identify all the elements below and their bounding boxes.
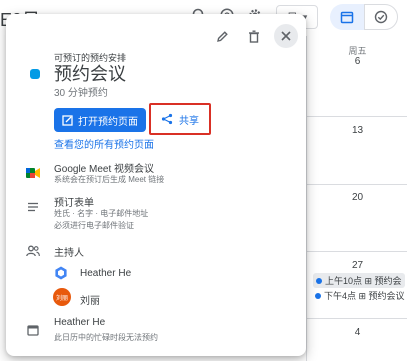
google-logo-icon: [54, 266, 68, 280]
event-text: 下午4点 ⊞ 预约会议: [324, 291, 405, 301]
open-booking-page-button[interactable]: 打开预约页面: [54, 108, 146, 132]
meet-title: Google Meet 视频会议: [54, 164, 155, 175]
avatar: 刘丽: [53, 288, 71, 306]
appointment-popup: 可预订的预约安排 预约会议 30 分钟预约 打开预约页面 共享 查看您的所有预约…: [6, 14, 306, 356]
date-label[interactable]: 6: [307, 56, 407, 67]
close-icon[interactable]: [274, 24, 298, 48]
appointment-duration: 30 分钟预约: [54, 88, 108, 99]
open-external-icon: [62, 114, 73, 126]
popup-toolbar: [210, 24, 298, 48]
event-dot: [315, 292, 321, 299]
check-circle-icon: [374, 10, 388, 24]
event-dot: [316, 277, 322, 284]
share-button[interactable]: 共享: [149, 103, 211, 135]
calendar-view-button[interactable]: [330, 4, 364, 30]
day-column-friday[interactable]: 周五 6 13 20 27 上午10点 ⊞ 预约会 下午4点 ⊞ 预约会议 4: [306, 36, 407, 361]
week-divider: [307, 184, 407, 185]
list-icon: [26, 200, 40, 214]
week-divider: [307, 116, 407, 117]
calendar-color-swatch: [30, 69, 40, 79]
event-chip[interactable]: 上午10点 ⊞ 预约会: [313, 273, 405, 288]
host-name: Heather He: [80, 268, 132, 279]
avatar-initials: 刘丽: [55, 295, 68, 302]
calendar-icon: [26, 323, 40, 337]
calendar-note: 此日历中的忙碌时段无法预约: [54, 333, 158, 342]
event-text: 上午10点 ⊞ 预约会: [325, 276, 402, 286]
form-title: 预订表单: [54, 198, 94, 209]
date-label[interactable]: 20: [307, 192, 407, 203]
date-label[interactable]: 27: [307, 260, 407, 271]
share-label: 共享: [179, 115, 199, 127]
event-chip[interactable]: 下午4点 ⊞ 预约会议: [315, 289, 405, 302]
week-divider: [307, 318, 407, 319]
all-booking-pages-link[interactable]: 查看您的所有预约页面: [54, 136, 154, 151]
share-icon: [161, 113, 173, 125]
week-divider: [307, 251, 407, 252]
meet-subtitle: 系统会在预订后生成 Meet 链接: [54, 175, 165, 184]
calendar-icon: [340, 11, 354, 24]
form-note: 必须进行电子邮件验证: [54, 221, 134, 230]
date-label[interactable]: 13: [307, 125, 407, 136]
appointment-title: 预约会议: [54, 64, 126, 84]
hosts-label: 主持人: [54, 248, 84, 259]
delete-icon[interactable]: [242, 24, 266, 48]
host-name: 刘丽: [80, 296, 100, 307]
tasks-view-button[interactable]: [364, 4, 398, 30]
open-booking-page-label: 打开预约页面: [78, 116, 138, 128]
calendar-name: Heather He: [54, 317, 106, 328]
form-fields: 姓氏 · 名字 · 电子邮件地址: [54, 209, 149, 218]
google-meet-icon: [26, 166, 40, 180]
date-label[interactable]: 4: [307, 327, 407, 338]
people-icon: [26, 244, 40, 258]
edit-icon[interactable]: [210, 24, 234, 48]
